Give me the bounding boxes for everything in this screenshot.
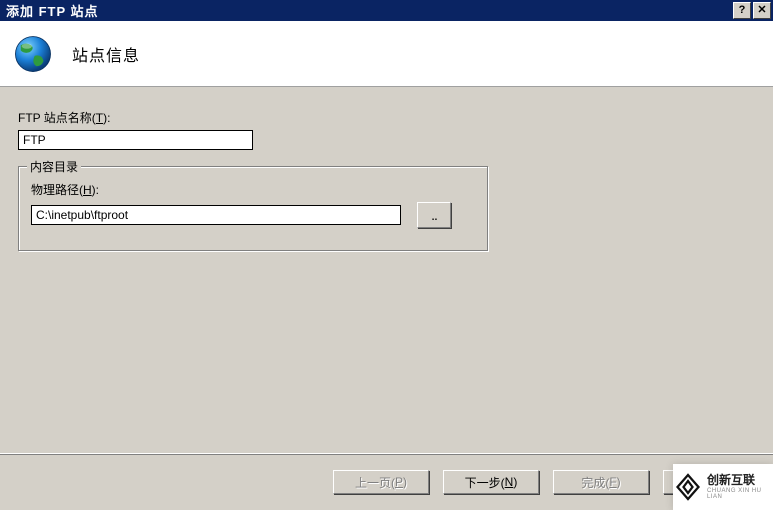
help-button[interactable]: ? <box>733 2 751 19</box>
site-name-label: FTP 站点名称(T): <box>18 109 755 126</box>
next-button[interactable]: 下一步(N) <box>443 470 539 494</box>
ellipsis-icon: .. <box>431 207 437 223</box>
content-area: FTP 站点名称(T): 内容目录 物理路径(H): .. <box>0 87 773 453</box>
browse-button[interactable]: .. <box>417 202 451 228</box>
page-title: 站点信息 <box>72 42 140 66</box>
finish-button[interactable]: 完成(F) <box>553 470 649 494</box>
close-icon: ✕ <box>757 5 766 16</box>
path-row: .. <box>31 202 475 228</box>
site-name-input[interactable] <box>18 130 253 150</box>
content-directory-group: 内容目录 物理路径(H): .. <box>18 166 488 251</box>
previous-button[interactable]: 上一页(P) <box>333 470 429 494</box>
watermark-logo-icon <box>673 472 703 502</box>
watermark-subtext: CHUANG XIN HU LIAN <box>707 488 773 500</box>
watermark-brand: 创新互联 <box>707 474 773 487</box>
titlebar: 添加 FTP 站点 ? ✕ <box>0 0 773 21</box>
window-title: 添加 FTP 站点 <box>6 1 733 20</box>
physical-path-label: 物理路径(H): <box>31 181 475 198</box>
physical-path-input[interactable] <box>31 205 401 225</box>
footer: 上一页(P) 下一步(N) 完成(F) 取消 <box>0 453 773 510</box>
globe-icon <box>12 33 54 75</box>
close-button[interactable]: ✕ <box>753 2 771 19</box>
watermark-badge: 创新互联 CHUANG XIN HU LIAN <box>673 464 773 510</box>
help-icon: ? <box>739 5 746 16</box>
group-title: 内容目录 <box>27 158 81 175</box>
titlebar-buttons: ? ✕ <box>733 2 771 19</box>
header-panel: 站点信息 <box>0 21 773 87</box>
